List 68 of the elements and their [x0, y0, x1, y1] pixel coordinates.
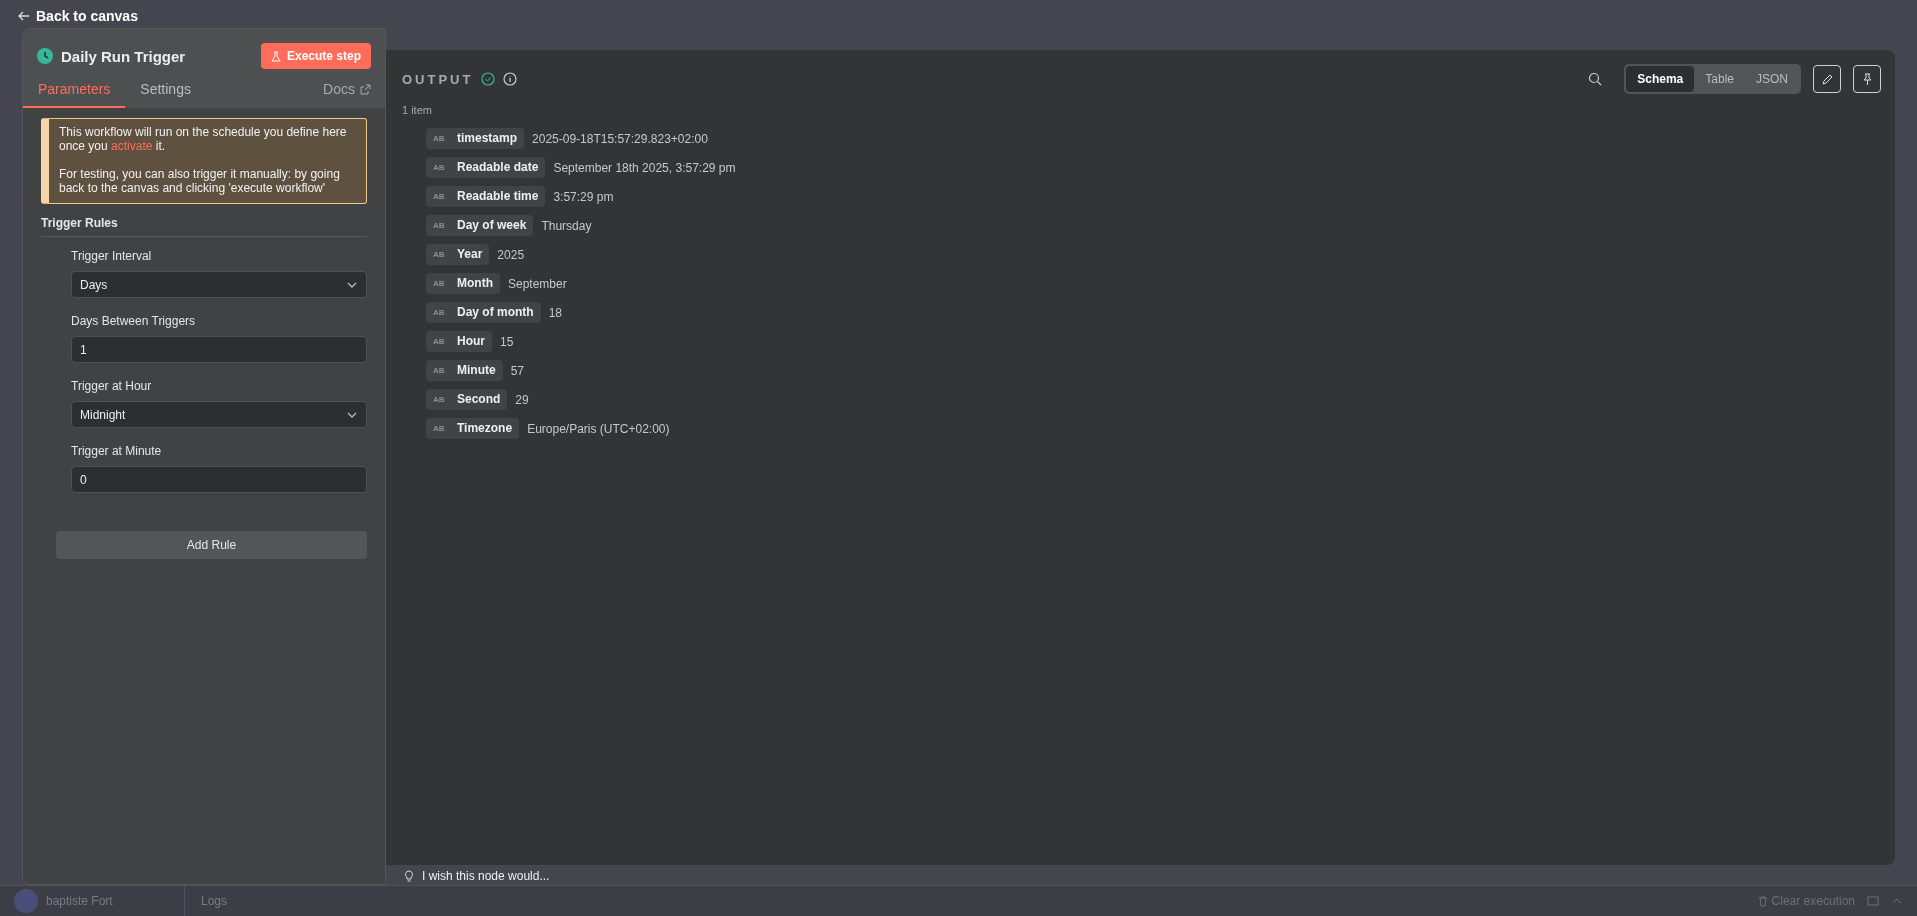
field-label: Trigger at Hour [71, 379, 153, 393]
schema-key[interactable]: AB Day of week [426, 215, 534, 236]
notice-text: This workflow will run on the schedule you define here once you activate it. [59, 125, 348, 153]
type-label: AB [433, 336, 446, 346]
schema-value: Thursday [541, 218, 592, 233]
back-to-canvas-link[interactable]: Back to canvas [18, 8, 138, 24]
field-label: Trigger Interval [71, 249, 153, 263]
schema-key[interactable]: AB Readable time [426, 186, 546, 207]
feedback-link[interactable]: I wish this node would... [422, 869, 550, 883]
type-label: AB [433, 278, 446, 288]
type-label: AB [433, 162, 446, 172]
type-label: AB [433, 191, 446, 201]
schema-value: 2025-09-18T15:57:29.823+02:00 [532, 131, 708, 146]
info-icon[interactable] [503, 72, 518, 86]
user-name: baptiste Fort [46, 894, 113, 908]
schema-key[interactable]: AB timestamp [426, 128, 525, 149]
schema-value: 3:57:29 pm [553, 189, 614, 204]
node-title: Daily Run Trigger [61, 47, 187, 65]
section-title: Trigger Rules [41, 204, 367, 237]
add-rule-button[interactable]: Add Rule [56, 531, 367, 559]
schema-key[interactable]: AB Hour [426, 331, 492, 352]
item-count: 1 item [402, 104, 433, 116]
output-title: OUTPUT [402, 71, 474, 87]
trash-icon [1757, 895, 1768, 907]
notice-text: For testing, you can also trigger it manually: by going back to the canvas and clicking 'execute workflow' [59, 167, 341, 195]
type-label: AB [433, 365, 446, 375]
clock-icon [37, 48, 53, 64]
schema-value: September [508, 276, 567, 291]
field-label: Trigger at Minute [71, 444, 163, 458]
type-label: AB [433, 423, 446, 433]
schema-value: 15 [500, 334, 514, 349]
schema-key[interactable]: AB Day of month [426, 302, 541, 323]
schema-value: Europe/Paris (UTC+02:00) [527, 421, 670, 436]
view-tab[interactable]: Schema [1626, 66, 1695, 92]
schema-key[interactable]: AB Timezone [426, 418, 520, 439]
success-check-icon [481, 72, 496, 86]
type-label: AB [433, 220, 446, 230]
type-label: AB [433, 394, 446, 404]
view-tab[interactable]: JSON [1745, 66, 1799, 92]
schema-key[interactable]: AB Second [426, 389, 508, 410]
docs-link[interactable]: Docs [323, 81, 371, 108]
schema-value: 57 [510, 363, 525, 378]
input-field[interactable]: 1 [71, 336, 367, 363]
schema-value: 2025 [497, 247, 525, 262]
input-field[interactable]: 0 [71, 466, 367, 493]
schema-value: 18 [548, 305, 563, 320]
search-icon[interactable] [1588, 72, 1603, 86]
schema-key[interactable]: AB Year [426, 244, 490, 265]
panel-tab[interactable]: Settings [125, 81, 206, 108]
select-field[interactable]: Midnight [71, 401, 367, 428]
schema-value: 29 [515, 392, 529, 407]
lightbulb-icon [404, 869, 414, 883]
field-label: Days Between Triggers [71, 314, 197, 328]
flask-icon [270, 50, 281, 62]
schema-value: September 18th 2025, 3:57:29 pm [553, 160, 736, 175]
schema-key[interactable]: AB Minute [426, 360, 503, 381]
pencil-icon [1820, 72, 1834, 86]
pin-button[interactable] [1853, 65, 1881, 93]
external-link-icon [360, 83, 371, 95]
edit-button[interactable] [1813, 65, 1841, 93]
schema-key[interactable]: AB Month [426, 273, 500, 294]
schema-key[interactable]: AB Readable date [426, 157, 546, 178]
arrow-left-icon [18, 10, 30, 22]
type-label: AB [433, 249, 446, 259]
view-tab[interactable]: Table [1694, 66, 1745, 92]
select-field[interactable]: Days [71, 271, 367, 298]
type-label: AB [433, 307, 446, 317]
type-label: AB [433, 133, 446, 143]
